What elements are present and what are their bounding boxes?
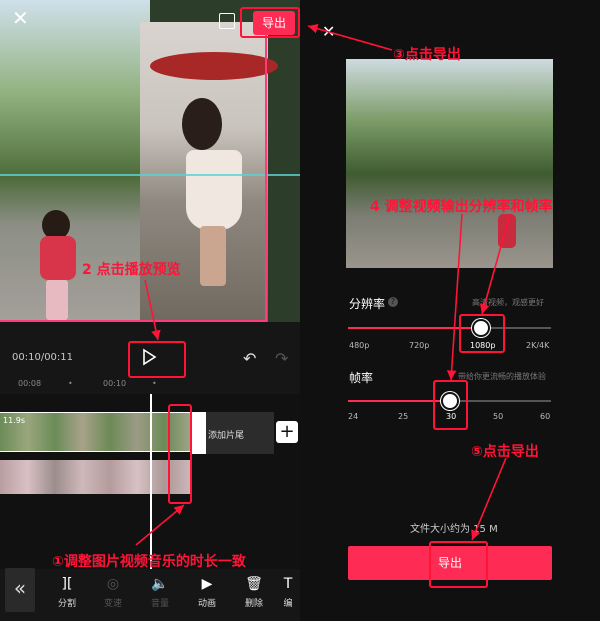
framerate-option[interactable]: 60 [540, 412, 550, 421]
collapse-button[interactable]: « [5, 568, 35, 612]
tool-label: 变速 [103, 599, 122, 609]
tool-label: 删除 [244, 599, 263, 609]
preview-child-legs [46, 280, 68, 320]
redo-icon[interactable]: ↷ [275, 349, 288, 368]
add-tail-label[interactable]: 添加片尾 [208, 428, 244, 441]
close-icon[interactable]: ✕ [322, 22, 335, 41]
preview-girl-head [182, 98, 222, 150]
annotation-step2: 2 点击播放预览 [82, 262, 181, 278]
highlight-clip-handle [168, 404, 192, 504]
highlight-resolution [459, 314, 505, 353]
volume-icon: 🔈 [151, 576, 169, 592]
framerate-option[interactable]: 50 [493, 412, 503, 421]
framerate-option[interactable]: 25 [398, 412, 408, 421]
ruler-tick: 00:08 [18, 379, 42, 388]
video-track[interactable] [0, 412, 192, 452]
photo-track[interactable] [0, 460, 192, 494]
split-icon: ][ [61, 576, 73, 592]
guide-line [0, 174, 300, 176]
thumbnail-child [498, 214, 516, 248]
selection-border-right [265, 22, 267, 322]
preview-table [150, 52, 278, 80]
annotation-step4: 4 调整视频输出分辨率和帧率 [370, 199, 553, 215]
framerate-hint: 带给你更流畅的播放体验 [458, 372, 546, 381]
tool-split[interactable]: ][ 分割 [47, 574, 87, 609]
framerate-option[interactable]: 24 [348, 412, 358, 421]
ruler-tick: • [68, 379, 73, 388]
tool-label: 分割 [57, 599, 76, 609]
close-icon[interactable]: ✕ [12, 8, 32, 28]
tool-text[interactable]: T 编 [276, 574, 300, 609]
tool-label: 动画 [197, 599, 216, 609]
undo-icon[interactable]: ↶ [243, 349, 256, 368]
preview-girl-dress [186, 150, 242, 230]
resolution-hint: 高清视频，观感更好 [472, 298, 544, 307]
tool-delete[interactable]: 🗑 删除 [234, 574, 274, 609]
animation-icon: ▶ [201, 576, 213, 592]
clip-trim-handle[interactable] [192, 412, 206, 454]
highlight-framerate [433, 380, 468, 430]
delete-icon: 🗑 [245, 576, 263, 592]
file-size: 文件大小约为 15 M [410, 524, 498, 535]
framerate-label: 帧率 [349, 371, 374, 385]
export-thumbnail [346, 59, 553, 268]
timecode: 00:10/00:11 [12, 352, 74, 363]
resolution-option[interactable]: 720p [409, 341, 429, 350]
tool-animation[interactable]: ▶ 动画 [187, 574, 227, 609]
speed-icon: ◎ [106, 576, 120, 592]
clip-duration: 11.9s [3, 416, 25, 425]
preview-child-body [40, 236, 76, 280]
tool-label: 音量 [150, 599, 169, 609]
fullscreen-icon[interactable] [219, 13, 235, 29]
help-icon[interactable]: ? [388, 297, 398, 307]
ruler-tick: • [152, 379, 157, 388]
highlight-play [128, 341, 186, 378]
annotation-step1: ①调整图片视频音乐的时长一致 [52, 554, 246, 570]
highlight-export-main [429, 541, 488, 588]
annotation-step3: ③点击导出 [393, 47, 461, 63]
text-icon: T [283, 576, 293, 592]
annotation-step5: ⑤点击导出 [471, 444, 539, 460]
resolution-option[interactable]: 480p [349, 341, 369, 350]
highlight-export-top [240, 7, 300, 38]
resolution-option[interactable]: 2K/4K [526, 341, 549, 350]
preview-girl-legs [200, 226, 226, 286]
ruler-tick: 00:10 [103, 379, 127, 388]
tool-volume[interactable]: 🔈 音量 [140, 574, 180, 609]
tool-speed[interactable]: ◎ 变速 [93, 574, 133, 609]
tool-label: 编 [283, 599, 293, 609]
resolution-label: 分辨率 [349, 297, 386, 311]
add-clip-button[interactable]: + [276, 421, 298, 443]
playhead[interactable] [150, 394, 152, 569]
